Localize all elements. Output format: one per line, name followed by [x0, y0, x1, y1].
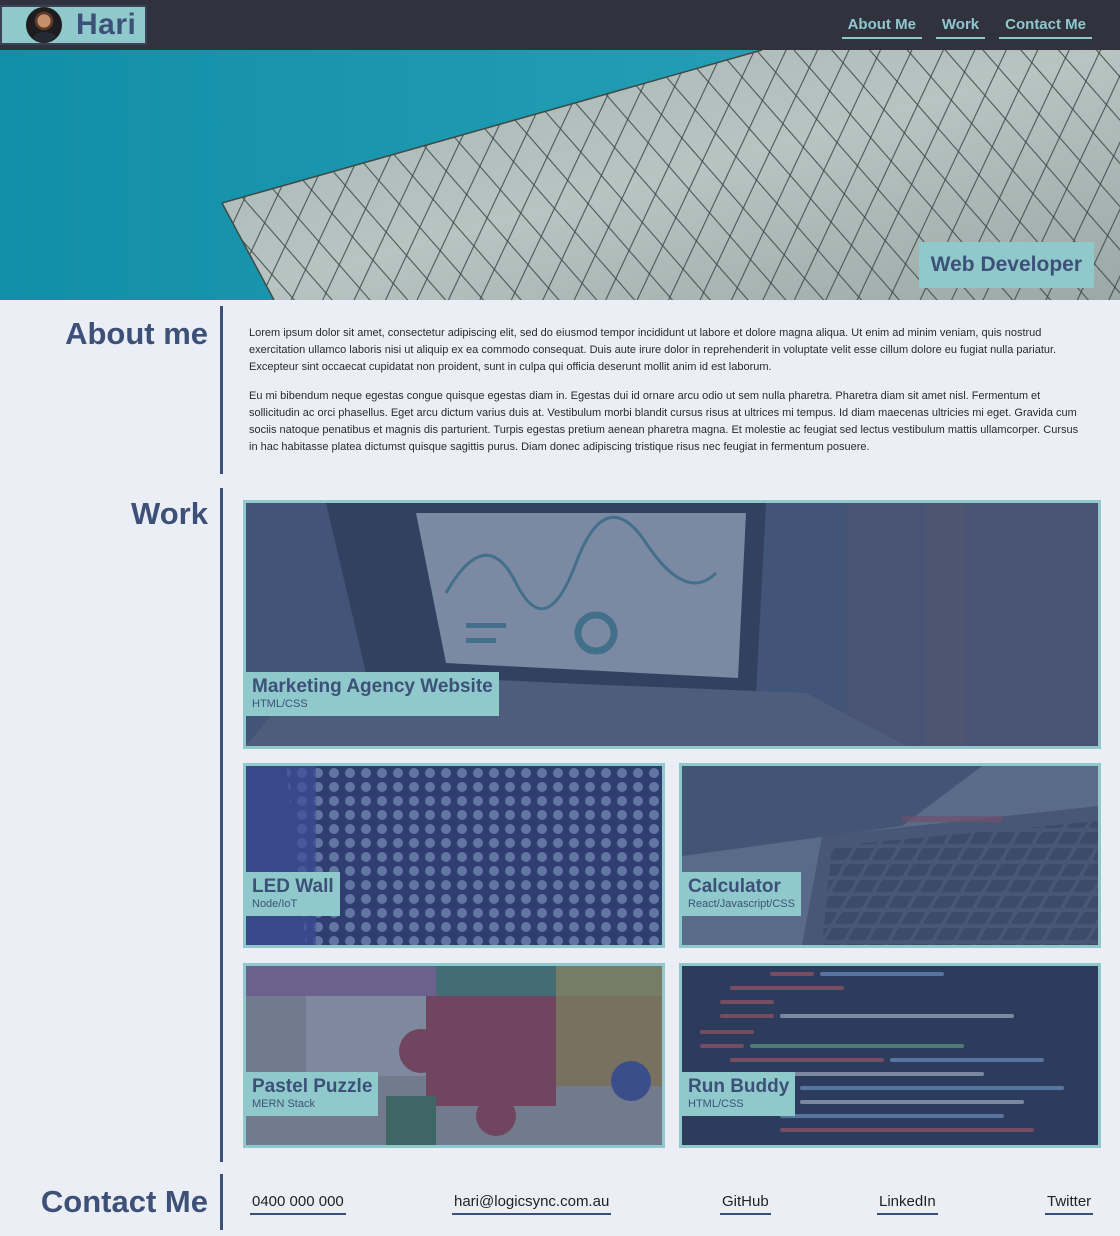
brand-name: Hari	[76, 8, 137, 41]
nav-link-contact-me[interactable]: Contact Me	[999, 14, 1092, 39]
contact-twitter-link[interactable]: Twitter	[1045, 1193, 1094, 1215]
project-label: LED Wall Node/IoT	[246, 872, 340, 916]
contact-github-link[interactable]: GitHub	[720, 1193, 771, 1215]
about-text: Lorem ipsum dolor sit amet, consectetur …	[249, 325, 1089, 468]
project-title: Run Buddy	[688, 1076, 790, 1097]
hero-banner: Web Developer	[0, 50, 1120, 300]
brand-logo-link[interactable]: Hari	[0, 5, 147, 45]
hero-role-badge: Web Developer	[918, 242, 1094, 288]
project-tech: HTML/CSS	[688, 1098, 744, 1110]
work-divider	[220, 488, 223, 1162]
contact-divider	[220, 1174, 223, 1230]
project-title: Pastel Puzzle	[252, 1076, 373, 1097]
project-tech: MERN Stack	[252, 1098, 315, 1110]
project-title: Marketing Agency Website	[252, 676, 493, 697]
contact-linkedin-link[interactable]: LinkedIn	[877, 1193, 938, 1215]
site-header: Hari About Me Work Contact Me	[0, 0, 1120, 50]
project-label: Pastel Puzzle MERN Stack	[246, 1072, 379, 1116]
about-paragraph: Lorem ipsum dolor sit amet, consectetur …	[249, 327, 1057, 373]
contact-email-link[interactable]: hari@logicsync.com.au	[452, 1193, 612, 1215]
profile-avatar	[26, 7, 62, 43]
project-label: Run Buddy HTML/CSS	[682, 1072, 796, 1116]
main-nav: About Me Work Contact Me	[841, 14, 1092, 39]
project-label: Marketing Agency Website HTML/CSS	[246, 672, 499, 716]
project-label: Calculator React/Javascript/CSS	[682, 872, 801, 916]
project-title: LED Wall	[252, 876, 334, 897]
project-card-calculator[interactable]: Calculator React/Javascript/CSS	[679, 763, 1101, 948]
project-tech: Node/IoT	[252, 898, 298, 910]
project-card-led-wall[interactable]: LED Wall Node/IoT	[243, 763, 665, 948]
project-card-pastel-puzzle[interactable]: Pastel Puzzle MERN Stack	[243, 963, 665, 1148]
about-paragraph: Eu mi bibendum neque egestas congue quis…	[249, 390, 1079, 453]
project-tech: React/Javascript/CSS	[688, 898, 795, 910]
project-card-marketing-agency[interactable]: Marketing Agency Website HTML/CSS	[243, 500, 1101, 749]
nav-link-about-me[interactable]: About Me	[841, 14, 922, 39]
project-title: Calculator	[688, 876, 781, 897]
work-section-title: Work	[131, 496, 208, 531]
project-tech: HTML/CSS	[252, 698, 308, 710]
about-divider	[220, 306, 223, 474]
about-section-title: About me	[65, 316, 208, 351]
contact-phone-link[interactable]: 0400 000 000	[250, 1193, 346, 1215]
project-card-run-buddy[interactable]: Run Buddy HTML/CSS	[679, 963, 1101, 1148]
contact-section-title: Contact Me	[40, 1184, 208, 1219]
nav-link-work[interactable]: Work	[935, 14, 986, 39]
